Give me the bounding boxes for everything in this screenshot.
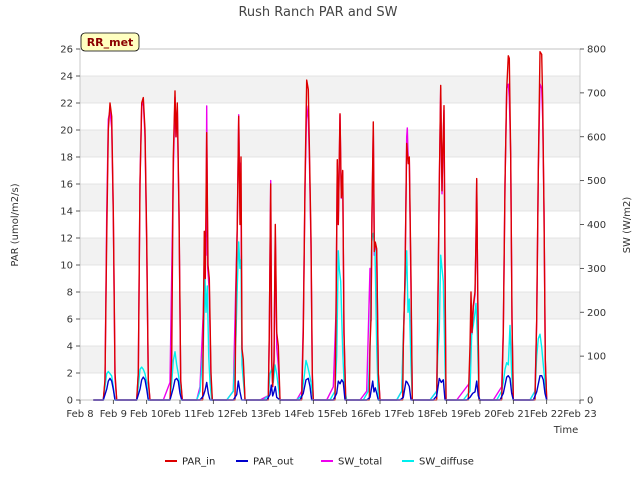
x-tick-label: Feb 11 [163, 409, 197, 420]
y-axis-right-title: SW (W/m2) [622, 197, 633, 254]
y-right-tick-label: 200 [587, 308, 606, 319]
y-left-tick-label: 12 [60, 234, 73, 245]
y-left-tick-label: 10 [60, 261, 73, 272]
station-badge: RR_met [80, 32, 140, 52]
station-badge-text: RR_met [87, 36, 134, 49]
y-axis-right-ticks: 0 100 200 300 400 500 600 700 800 [580, 45, 606, 407]
y-right-tick-label: 300 [587, 264, 606, 275]
legend-label: SW_diffuse [419, 457, 474, 468]
y-left-tick-label: 6 [67, 315, 73, 326]
x-tick-label: Feb 21 [497, 409, 531, 420]
background-band [80, 76, 580, 103]
y-left-tick-label: 4 [67, 342, 73, 353]
y-left-tick-label: 26 [60, 45, 73, 56]
x-tick-label: Feb 23 [563, 409, 597, 420]
y-left-tick-label: 8 [67, 288, 73, 299]
chart-canvas: Feb 8 Feb 9 Feb 10 Feb 11 Feb 12 Feb 13 Feb 14… [10, 5, 633, 468]
x-tick-label: Feb 18 [397, 409, 431, 420]
y-right-tick-label: 400 [587, 220, 606, 231]
x-tick-label: Feb 10 [130, 409, 164, 420]
x-tick-label: Feb 22 [530, 409, 564, 420]
y-left-tick-label: 18 [60, 153, 73, 164]
y-left-tick-label: 22 [60, 99, 73, 110]
y-right-tick-label: 0 [587, 396, 593, 407]
x-tick-label: Feb 16 [330, 409, 364, 420]
x-tick-label: Feb 9 [100, 409, 127, 420]
x-tick-label: Feb 20 [463, 409, 497, 420]
x-tick-label: Feb 15 [297, 409, 331, 420]
x-axis-title: Time [553, 425, 578, 436]
background-band [80, 292, 580, 319]
x-tick-label: Feb 8 [66, 409, 93, 420]
y-left-tick-label: 20 [60, 126, 73, 137]
y-right-tick-label: 700 [587, 88, 606, 99]
y-left-tick-label: 14 [60, 207, 73, 218]
y-right-tick-label: 100 [587, 352, 606, 363]
legend-label: SW_total [338, 457, 382, 468]
legend-label: PAR_out [253, 457, 294, 468]
x-tick-label: Feb 12 [197, 409, 231, 420]
legend: PAR_in PAR_out SW_total SW_diffuse [165, 457, 474, 468]
y-right-tick-label: 800 [587, 45, 606, 56]
y-right-tick-label: 600 [587, 132, 606, 143]
x-tick-label: Feb 14 [263, 409, 297, 420]
x-tick-label: Feb 13 [230, 409, 264, 420]
y-left-tick-label: 0 [67, 396, 73, 407]
x-tick-label: Feb 17 [363, 409, 397, 420]
y-axis-left-ticks: 02468101214161820222426 [60, 45, 80, 407]
y-left-tick-label: 24 [60, 72, 73, 83]
x-axis-ticks: Feb 8 Feb 9 Feb 10 Feb 11 Feb 12 Feb 13 Feb 14… [66, 400, 597, 420]
x-tick-label: Feb 19 [430, 409, 464, 420]
y-axis-left-title: PAR (umol/m2/s) [10, 183, 21, 266]
chart-title: Rush Ranch PAR and SW [238, 5, 397, 20]
legend-label: PAR_in [182, 457, 215, 468]
y-right-tick-label: 500 [587, 176, 606, 187]
y-left-tick-label: 2 [67, 369, 73, 380]
y-left-tick-label: 16 [60, 180, 73, 191]
